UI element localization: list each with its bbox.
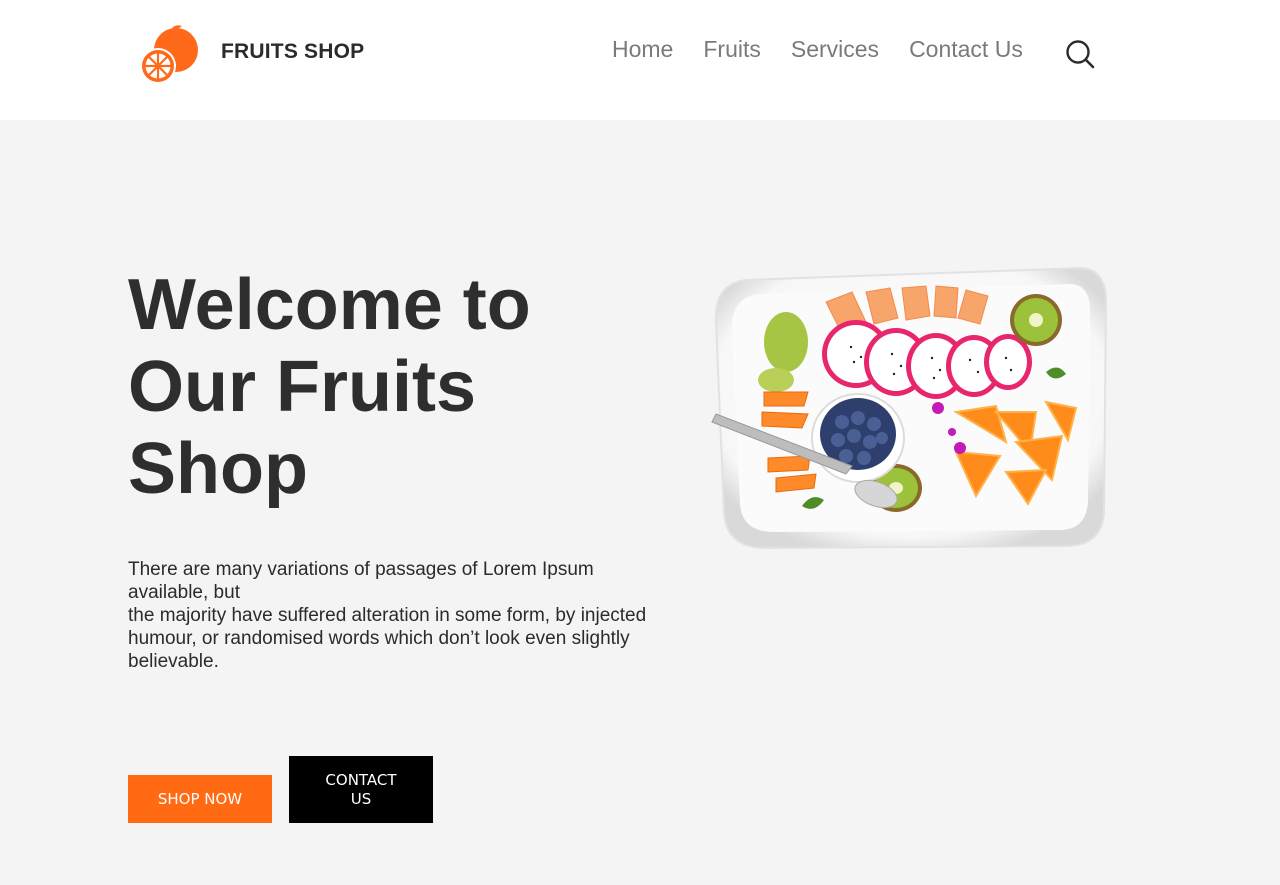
- site-header: FRUITS SHOP Home Fruits Services Contact…: [0, 0, 1280, 120]
- nav-link-home[interactable]: Home: [612, 36, 673, 63]
- brand-name[interactable]: FRUITS SHOP: [221, 40, 364, 64]
- nav-link-fruits[interactable]: Fruits: [703, 36, 761, 63]
- hero-description-line: There are many variations of passages of…: [128, 559, 594, 603]
- hero-description-line: the majority have suffered alteration in…: [128, 605, 647, 626]
- hero-title-line: Our Fruits: [128, 347, 477, 427]
- shop-now-button[interactable]: SHOP NOW: [128, 775, 272, 823]
- hero-title-line: Shop: [128, 429, 308, 509]
- hero-title: Welcome to Our Fruits Shop: [128, 264, 648, 510]
- nav-link-services[interactable]: Services: [791, 36, 879, 63]
- main-nav: Home Fruits Services Contact Us: [612, 36, 1023, 63]
- hero-description-line: humour, or randomised words which don’t …: [128, 628, 630, 672]
- hero-description: There are many variations of passages of…: [128, 558, 648, 673]
- hero-title-line: Welcome to: [128, 265, 531, 345]
- nav-link-contact-us[interactable]: Contact Us: [909, 36, 1023, 63]
- fruit-platter-image: [711, 266, 1108, 550]
- orange-fruit-icon[interactable]: [136, 22, 200, 86]
- search-icon[interactable]: [1064, 38, 1096, 70]
- contact-us-button[interactable]: CONTACT US: [289, 756, 433, 823]
